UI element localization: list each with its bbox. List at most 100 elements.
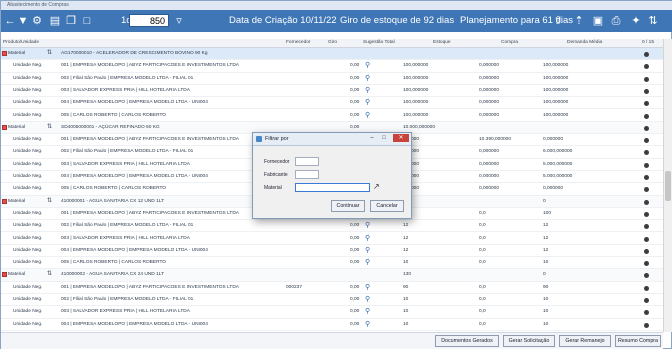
search-icon[interactable]: ⚲: [365, 246, 370, 254]
document-icon[interactable]: □: [80, 14, 94, 28]
cancel-button[interactable]: Cancelar: [370, 200, 404, 212]
search-icon[interactable]: ⚲: [365, 307, 370, 315]
expand-icon[interactable]: ⇅: [47, 123, 52, 130]
search-icon[interactable]: ⚲: [365, 258, 370, 266]
scrollbar-thumb[interactable]: [665, 171, 671, 201]
sort-icon[interactable]: ⇅: [646, 14, 660, 28]
search-icon[interactable]: ⚲: [365, 295, 370, 303]
col-supplier[interactable]: Fornecedor: [286, 40, 311, 45]
back-arrow-icon[interactable]: ←: [3, 14, 17, 28]
search-icon[interactable]: ⚲: [365, 111, 370, 119]
status-dot-icon[interactable]: [644, 76, 649, 82]
col-stock[interactable]: Estoque: [433, 40, 451, 45]
search-icon[interactable]: ⚲: [365, 98, 370, 106]
col-turnover[interactable]: Giro: [328, 40, 337, 45]
row-demand: 12: [543, 223, 549, 229]
export-icon[interactable]: ⇧: [551, 14, 565, 28]
status-dot-icon[interactable]: [644, 150, 649, 156]
status-dot-icon[interactable]: [644, 138, 649, 144]
filter-value-input[interactable]: 850: [129, 14, 169, 27]
generate-reallocation-button[interactable]: Gerar Remanejo: [559, 335, 611, 347]
search-icon[interactable]: ⚲: [365, 320, 370, 328]
continue-button[interactable]: Continuar: [331, 200, 365, 212]
table-row[interactable]: Unidade Neg. 002 | Filial São Paulo | EMP…: [1, 73, 663, 85]
vertical-scrollbar[interactable]: [663, 39, 672, 332]
status-dot-icon[interactable]: [644, 64, 649, 70]
expand-icon[interactable]: ⇅: [47, 49, 52, 56]
col-product[interactable]: Produto/Unidade: [3, 40, 39, 45]
maximize-icon[interactable]: □: [379, 134, 389, 142]
table-row[interactable]: Unidade Neg. 001 | EMPRESA MODELOPO | ABY…: [1, 282, 663, 294]
row-description: 003 | SALVADOR EXPRESS PRIA | HILL HOTEL…: [61, 161, 190, 167]
material-row[interactable]: ⇅ Material AG170000010 - ACELERADOR DE CRE…: [1, 48, 663, 61]
status-dot-icon[interactable]: [644, 199, 649, 205]
table-row[interactable]: Unidade Neg. 003 | SALVADOR EXPRESS PRIA …: [1, 306, 663, 319]
table-row[interactable]: Unidade Neg. 004 | EMPRESA MODELOPO | EMP…: [1, 319, 663, 331]
table-row[interactable]: Unidade Neg. 005 | CARLOS ROBERTO | CARLO…: [1, 257, 663, 270]
status-dot-icon[interactable]: [644, 261, 649, 267]
status-dot-icon[interactable]: [644, 211, 649, 217]
upload-icon[interactable]: ⇡: [572, 14, 586, 28]
supplier-input[interactable]: [295, 157, 319, 166]
table-row[interactable]: Unidade Neg. 001 | EMPRESA MODELOPO | ABY…: [1, 60, 663, 73]
table-row[interactable]: Unidade Neg. 002 | Filial São Paulo | EMP…: [1, 294, 663, 307]
row-type: Unidade Neg.: [13, 87, 43, 93]
close-icon[interactable]: ✕: [393, 134, 409, 142]
funnel-icon[interactable]: ▿: [172, 14, 186, 28]
table-row[interactable]: Unidade Neg. 003 | SALVADOR EXPRESS PRIA …: [1, 233, 663, 245]
material-row[interactable]: ⇅ Material 410000002 - AGUA SANITARIA CX 2…: [1, 269, 663, 282]
row-type: Unidade Neg.: [13, 149, 43, 155]
search-icon[interactable]: ⚲: [365, 74, 370, 82]
minimize-icon[interactable]: –: [367, 134, 377, 142]
status-dot-icon[interactable]: [644, 113, 649, 119]
search-icon[interactable]: ⚲: [365, 234, 370, 242]
table-row[interactable]: Unidade Neg. 004 | EMPRESA MODELOPO | EMP…: [1, 97, 663, 110]
table-row[interactable]: Unidade Neg. 005 | CARLOS ROBERTO | CARLO…: [1, 110, 663, 122]
row-stock: 12: [403, 235, 409, 241]
table-row[interactable]: Unidade Neg. 002 | Filial São Paulo | EMP…: [1, 220, 663, 233]
status-dot-icon[interactable]: [644, 236, 649, 242]
search-icon[interactable]: ⚲: [365, 283, 370, 291]
table-row[interactable]: Unidade Neg. 003 | SALVADOR EXPRESS PRIA …: [1, 85, 663, 98]
status-dot-icon[interactable]: [644, 322, 649, 328]
expand-icon[interactable]: ⇅: [47, 270, 52, 277]
col-suggestion[interactable]: Sugestão Total: [363, 40, 395, 45]
status-dot-icon[interactable]: [644, 187, 649, 193]
toolbar: ← ▼ ⚙ ▤ ❐ □ 1d 850 ▿ Data de Criação 10/…: [1, 10, 672, 32]
manufacturer-input[interactable]: [295, 170, 319, 179]
row-purchase: 0,000000: [479, 75, 500, 81]
tools-icon[interactable]: ✦: [629, 14, 643, 28]
status-dot-icon[interactable]: [644, 273, 649, 279]
status-dot-icon[interactable]: [644, 175, 649, 180]
search-icon[interactable]: ⚲: [365, 86, 370, 94]
chart-icon[interactable]: ▤: [48, 14, 62, 28]
material-input[interactable]: [295, 183, 370, 192]
status-dot-icon[interactable]: [644, 285, 649, 291]
generate-request-button[interactable]: Gerar Solicitação: [503, 335, 555, 347]
print-icon[interactable]: ⎙: [609, 14, 623, 28]
copy-icon[interactable]: ❐: [64, 14, 78, 28]
status-dot-icon[interactable]: [644, 310, 649, 316]
status-dot-icon[interactable]: [644, 101, 649, 107]
search-icon[interactable]: ⚲: [365, 221, 370, 229]
status-dot-icon[interactable]: [644, 162, 649, 168]
purchase-summary-button[interactable]: Resumo Compra: [615, 335, 661, 347]
expand-icon[interactable]: ⇅: [47, 197, 52, 204]
table-row[interactable]: Unidade Neg. 004 | EMPRESA MODELOPO | EMP…: [1, 245, 663, 258]
status-dot-icon[interactable]: [644, 298, 649, 303]
status-dot-icon[interactable]: [644, 224, 649, 230]
search-icon[interactable]: ⚲: [365, 61, 370, 69]
col-purchase[interactable]: Compra: [501, 40, 518, 45]
col-avg-demand[interactable]: Demanda Média: [567, 40, 602, 45]
row-purchase: 10.390,000000: [479, 137, 512, 143]
status-dot-icon[interactable]: [644, 248, 649, 254]
status-dot-icon[interactable]: [644, 52, 649, 57]
save-icon[interactable]: ▣: [591, 14, 605, 28]
row-type: Material: [8, 51, 26, 56]
filter-icon[interactable]: ▼: [16, 14, 30, 28]
gear-icon[interactable]: ⚙: [30, 14, 44, 28]
status-dot-icon[interactable]: [644, 88, 649, 94]
generated-docs-button[interactable]: Documentos Gerados: [435, 335, 499, 347]
row-type: Material: [8, 124, 26, 130]
status-dot-icon[interactable]: [644, 125, 649, 131]
